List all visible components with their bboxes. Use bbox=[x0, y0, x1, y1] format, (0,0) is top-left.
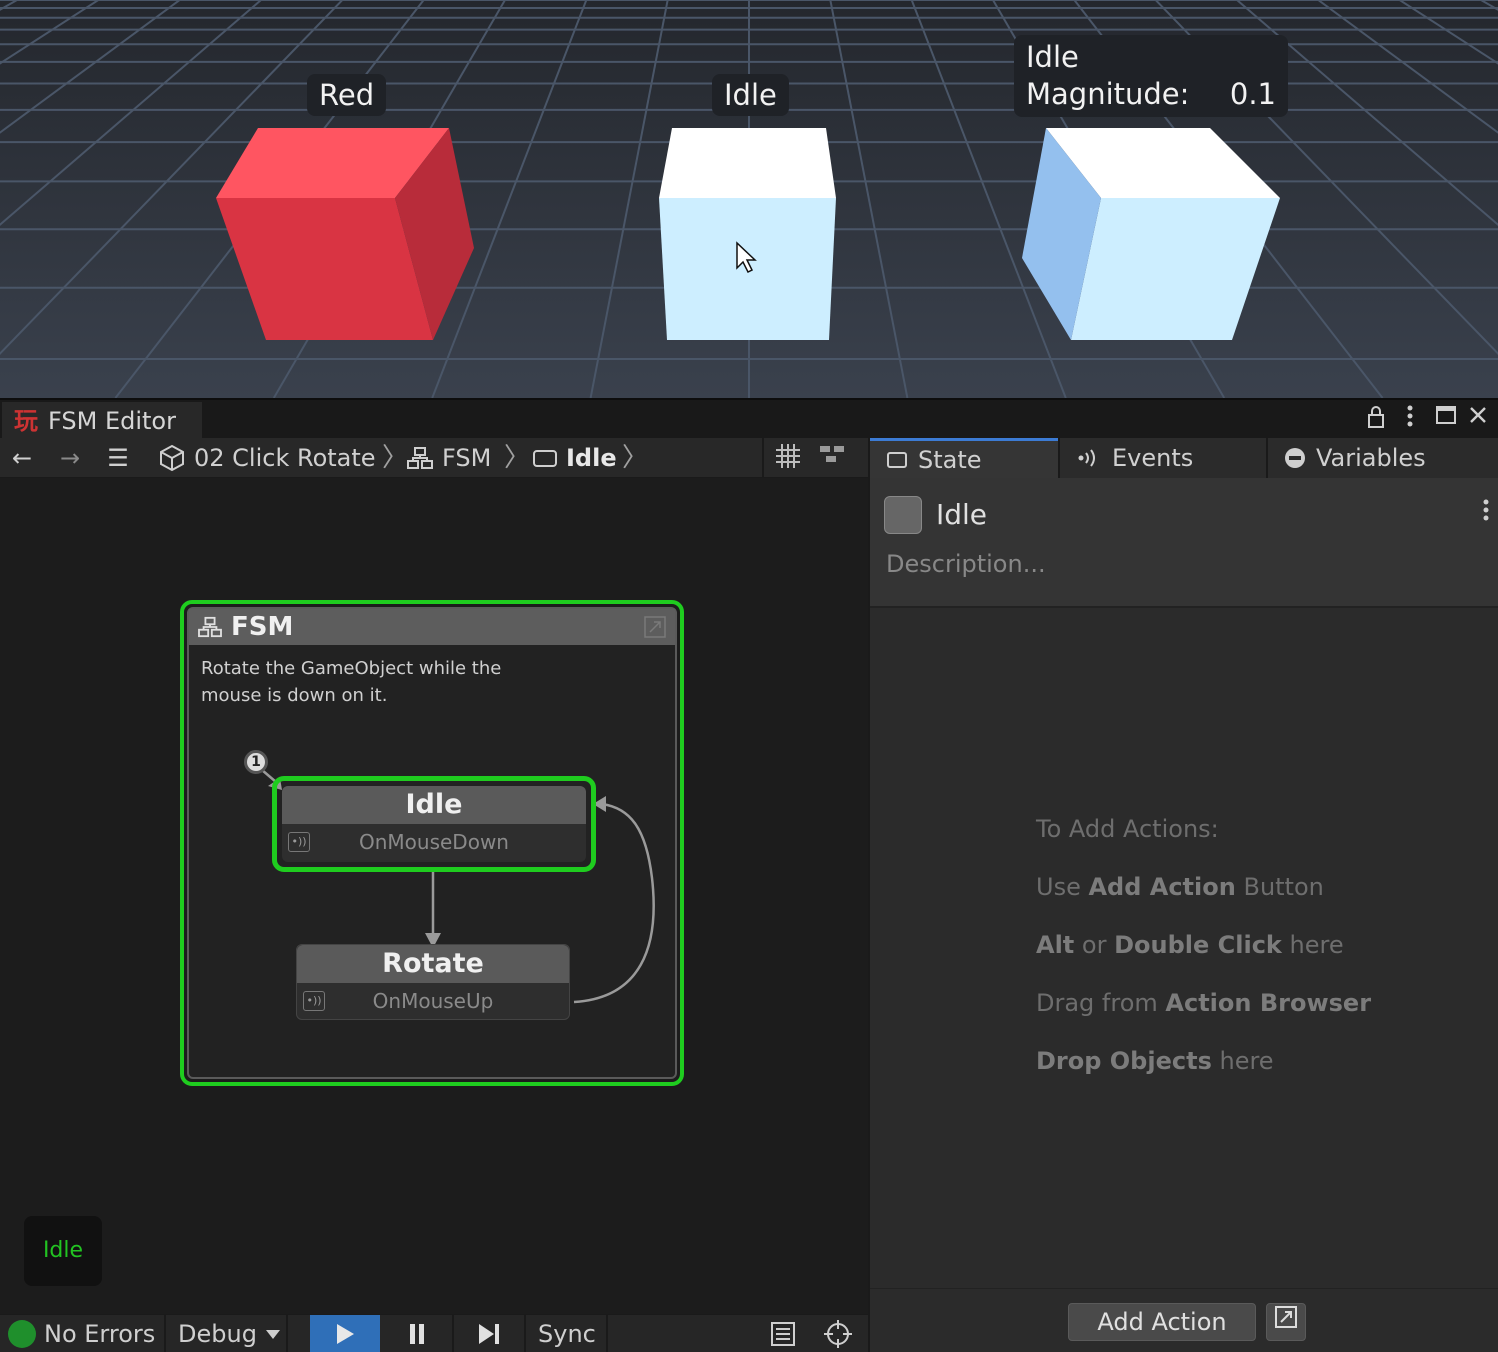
fsm-icon bbox=[407, 447, 433, 469]
editor-tab-title: FSM Editor bbox=[48, 407, 176, 435]
close-icon[interactable] bbox=[1463, 404, 1493, 434]
event-icon: •)) bbox=[288, 832, 310, 852]
state-node-idle[interactable]: Idle •)) OnMouseDown bbox=[282, 786, 586, 862]
maximize-icon[interactable] bbox=[1431, 404, 1461, 434]
divider bbox=[606, 1315, 608, 1352]
transition-event: OnMouseDown bbox=[359, 830, 509, 854]
play-button[interactable] bbox=[310, 1315, 380, 1352]
play-icon bbox=[337, 1324, 354, 1344]
chevron-right-icon: 〉 bbox=[622, 443, 649, 473]
tab-state[interactable]: State bbox=[870, 438, 1058, 478]
pause-button[interactable] bbox=[382, 1315, 452, 1352]
scene-label-idle: Idle bbox=[712, 74, 789, 116]
target-icon[interactable] bbox=[824, 1315, 852, 1352]
hint-line: Drop Objects here bbox=[1036, 1047, 1274, 1075]
debug-toolbar: No Errors Debug Sync bbox=[0, 1314, 868, 1352]
inspector-tabs: State Events Variables bbox=[870, 438, 1498, 478]
state-icon bbox=[533, 450, 557, 467]
tab-label: Variables bbox=[1316, 444, 1426, 472]
active-state-badge: Idle bbox=[24, 1216, 102, 1286]
sync-button[interactable]: Sync bbox=[538, 1315, 596, 1352]
debug-dropdown-label: Debug bbox=[178, 1320, 257, 1348]
editor-toolbar: ← → ☰ 02 Click Rotate 〉 FSM 〉 Idle 〉 bbox=[0, 438, 868, 478]
playmaker-logo-icon: 玩 bbox=[14, 407, 38, 435]
transition-event: OnMouseUp bbox=[372, 989, 494, 1013]
cube-icon bbox=[160, 444, 184, 472]
grid-toggle-icon[interactable] bbox=[770, 442, 806, 474]
breadcrumb-gameobject[interactable]: 02 Click Rotate bbox=[158, 438, 376, 478]
divider bbox=[286, 1315, 288, 1352]
lock-icon[interactable] bbox=[1361, 404, 1391, 434]
fsm-graph-view[interactable]: FSM Rotate the GameObject while the mous… bbox=[0, 478, 868, 1314]
scene-view[interactable]: Red Idle Idle Magnitude: 0.1 bbox=[0, 0, 1498, 398]
divider bbox=[524, 1315, 526, 1352]
tooltip-key: Magnitude: bbox=[1026, 77, 1190, 111]
breadcrumb-label: FSM bbox=[442, 444, 492, 472]
tab-label: State bbox=[918, 445, 982, 474]
editor-tab[interactable]: 玩 FSM Editor bbox=[2, 402, 202, 440]
event-icon: •)) bbox=[303, 991, 325, 1011]
state-title: Rotate bbox=[297, 945, 569, 983]
breadcrumb-fsm[interactable]: FSM bbox=[406, 438, 491, 478]
pause-icon bbox=[410, 1324, 424, 1344]
hint-line: Use Add Action Button bbox=[1036, 873, 1324, 901]
step-icon bbox=[479, 1324, 499, 1344]
breadcrumb-label: 02 Click Rotate bbox=[194, 444, 376, 472]
event-icon bbox=[1078, 449, 1095, 467]
tab-label: Events bbox=[1112, 444, 1194, 472]
transition-lines bbox=[261, 769, 655, 1004]
state-transition-row[interactable]: •)) OnMouseUp bbox=[297, 983, 569, 1019]
step-button[interactable] bbox=[454, 1315, 524, 1352]
tab-events[interactable]: Events bbox=[1060, 438, 1266, 478]
white-cube[interactable] bbox=[659, 128, 836, 340]
caret-down-icon bbox=[265, 1330, 280, 1339]
hint-line: Drag from Action Browser bbox=[1036, 989, 1372, 1017]
variables-icon bbox=[1285, 448, 1305, 468]
state-icon bbox=[887, 451, 907, 468]
add-actions-hints: To Add Actions: Use Add Action Button Al… bbox=[1036, 812, 1371, 1102]
toolbar-divider bbox=[762, 438, 764, 478]
tooltip-value: 0.1 bbox=[1229, 77, 1276, 111]
state-color-swatch[interactable] bbox=[884, 496, 922, 534]
state-transition-row[interactable]: •)) OnMouseDown bbox=[282, 824, 586, 860]
add-action-button[interactable]: Add Action bbox=[1068, 1303, 1256, 1341]
state-node-rotate[interactable]: Rotate •)) OnMouseUp bbox=[296, 944, 570, 1020]
description-field[interactable]: Description... bbox=[886, 550, 1046, 578]
debug-dropdown[interactable]: Debug bbox=[178, 1315, 281, 1352]
log-icon[interactable] bbox=[770, 1315, 796, 1352]
state-title: Idle bbox=[282, 786, 586, 824]
divider bbox=[164, 1315, 166, 1352]
chevron-right-icon: 〉 bbox=[504, 443, 531, 473]
back-button[interactable]: ← bbox=[6, 442, 38, 474]
layout-toggle-icon[interactable] bbox=[814, 442, 850, 474]
hint-line: Alt or Double Click here bbox=[1036, 931, 1344, 959]
hint-title: To Add Actions: bbox=[1036, 815, 1219, 843]
start-state-marker: 1 bbox=[244, 750, 268, 774]
editor-titlebar: 玩 FSM Editor bbox=[0, 398, 1498, 440]
inspector-panel: State Events Variables Idle Description.… bbox=[868, 438, 1498, 1352]
kebab-menu-icon[interactable] bbox=[1482, 498, 1490, 529]
breadcrumb-state[interactable]: Idle bbox=[532, 438, 617, 478]
tab-variables[interactable]: Variables bbox=[1268, 438, 1498, 478]
chevron-right-icon: 〉 bbox=[382, 443, 409, 473]
state-header: Idle Description... bbox=[870, 478, 1498, 608]
status-ok-icon bbox=[8, 1320, 36, 1348]
kebab-menu-icon[interactable] bbox=[1395, 404, 1425, 434]
error-status-label: No Errors bbox=[44, 1320, 156, 1348]
scene-tooltip: Idle Magnitude: 0.1 bbox=[1014, 35, 1288, 117]
breadcrumb-label: Idle bbox=[566, 444, 617, 472]
state-name-field[interactable]: Idle bbox=[936, 496, 987, 534]
forward-button[interactable]: → bbox=[54, 442, 86, 474]
rotated-cube[interactable] bbox=[1022, 128, 1280, 340]
menu-button[interactable]: ☰ bbox=[102, 442, 134, 474]
inspector-footer: Add Action bbox=[870, 1288, 1498, 1352]
scene-label-red: Red bbox=[307, 74, 387, 116]
error-status[interactable]: No Errors bbox=[8, 1315, 155, 1352]
tooltip-state: Idle bbox=[1026, 40, 1079, 74]
action-browser-popout-icon[interactable] bbox=[1266, 1303, 1306, 1341]
